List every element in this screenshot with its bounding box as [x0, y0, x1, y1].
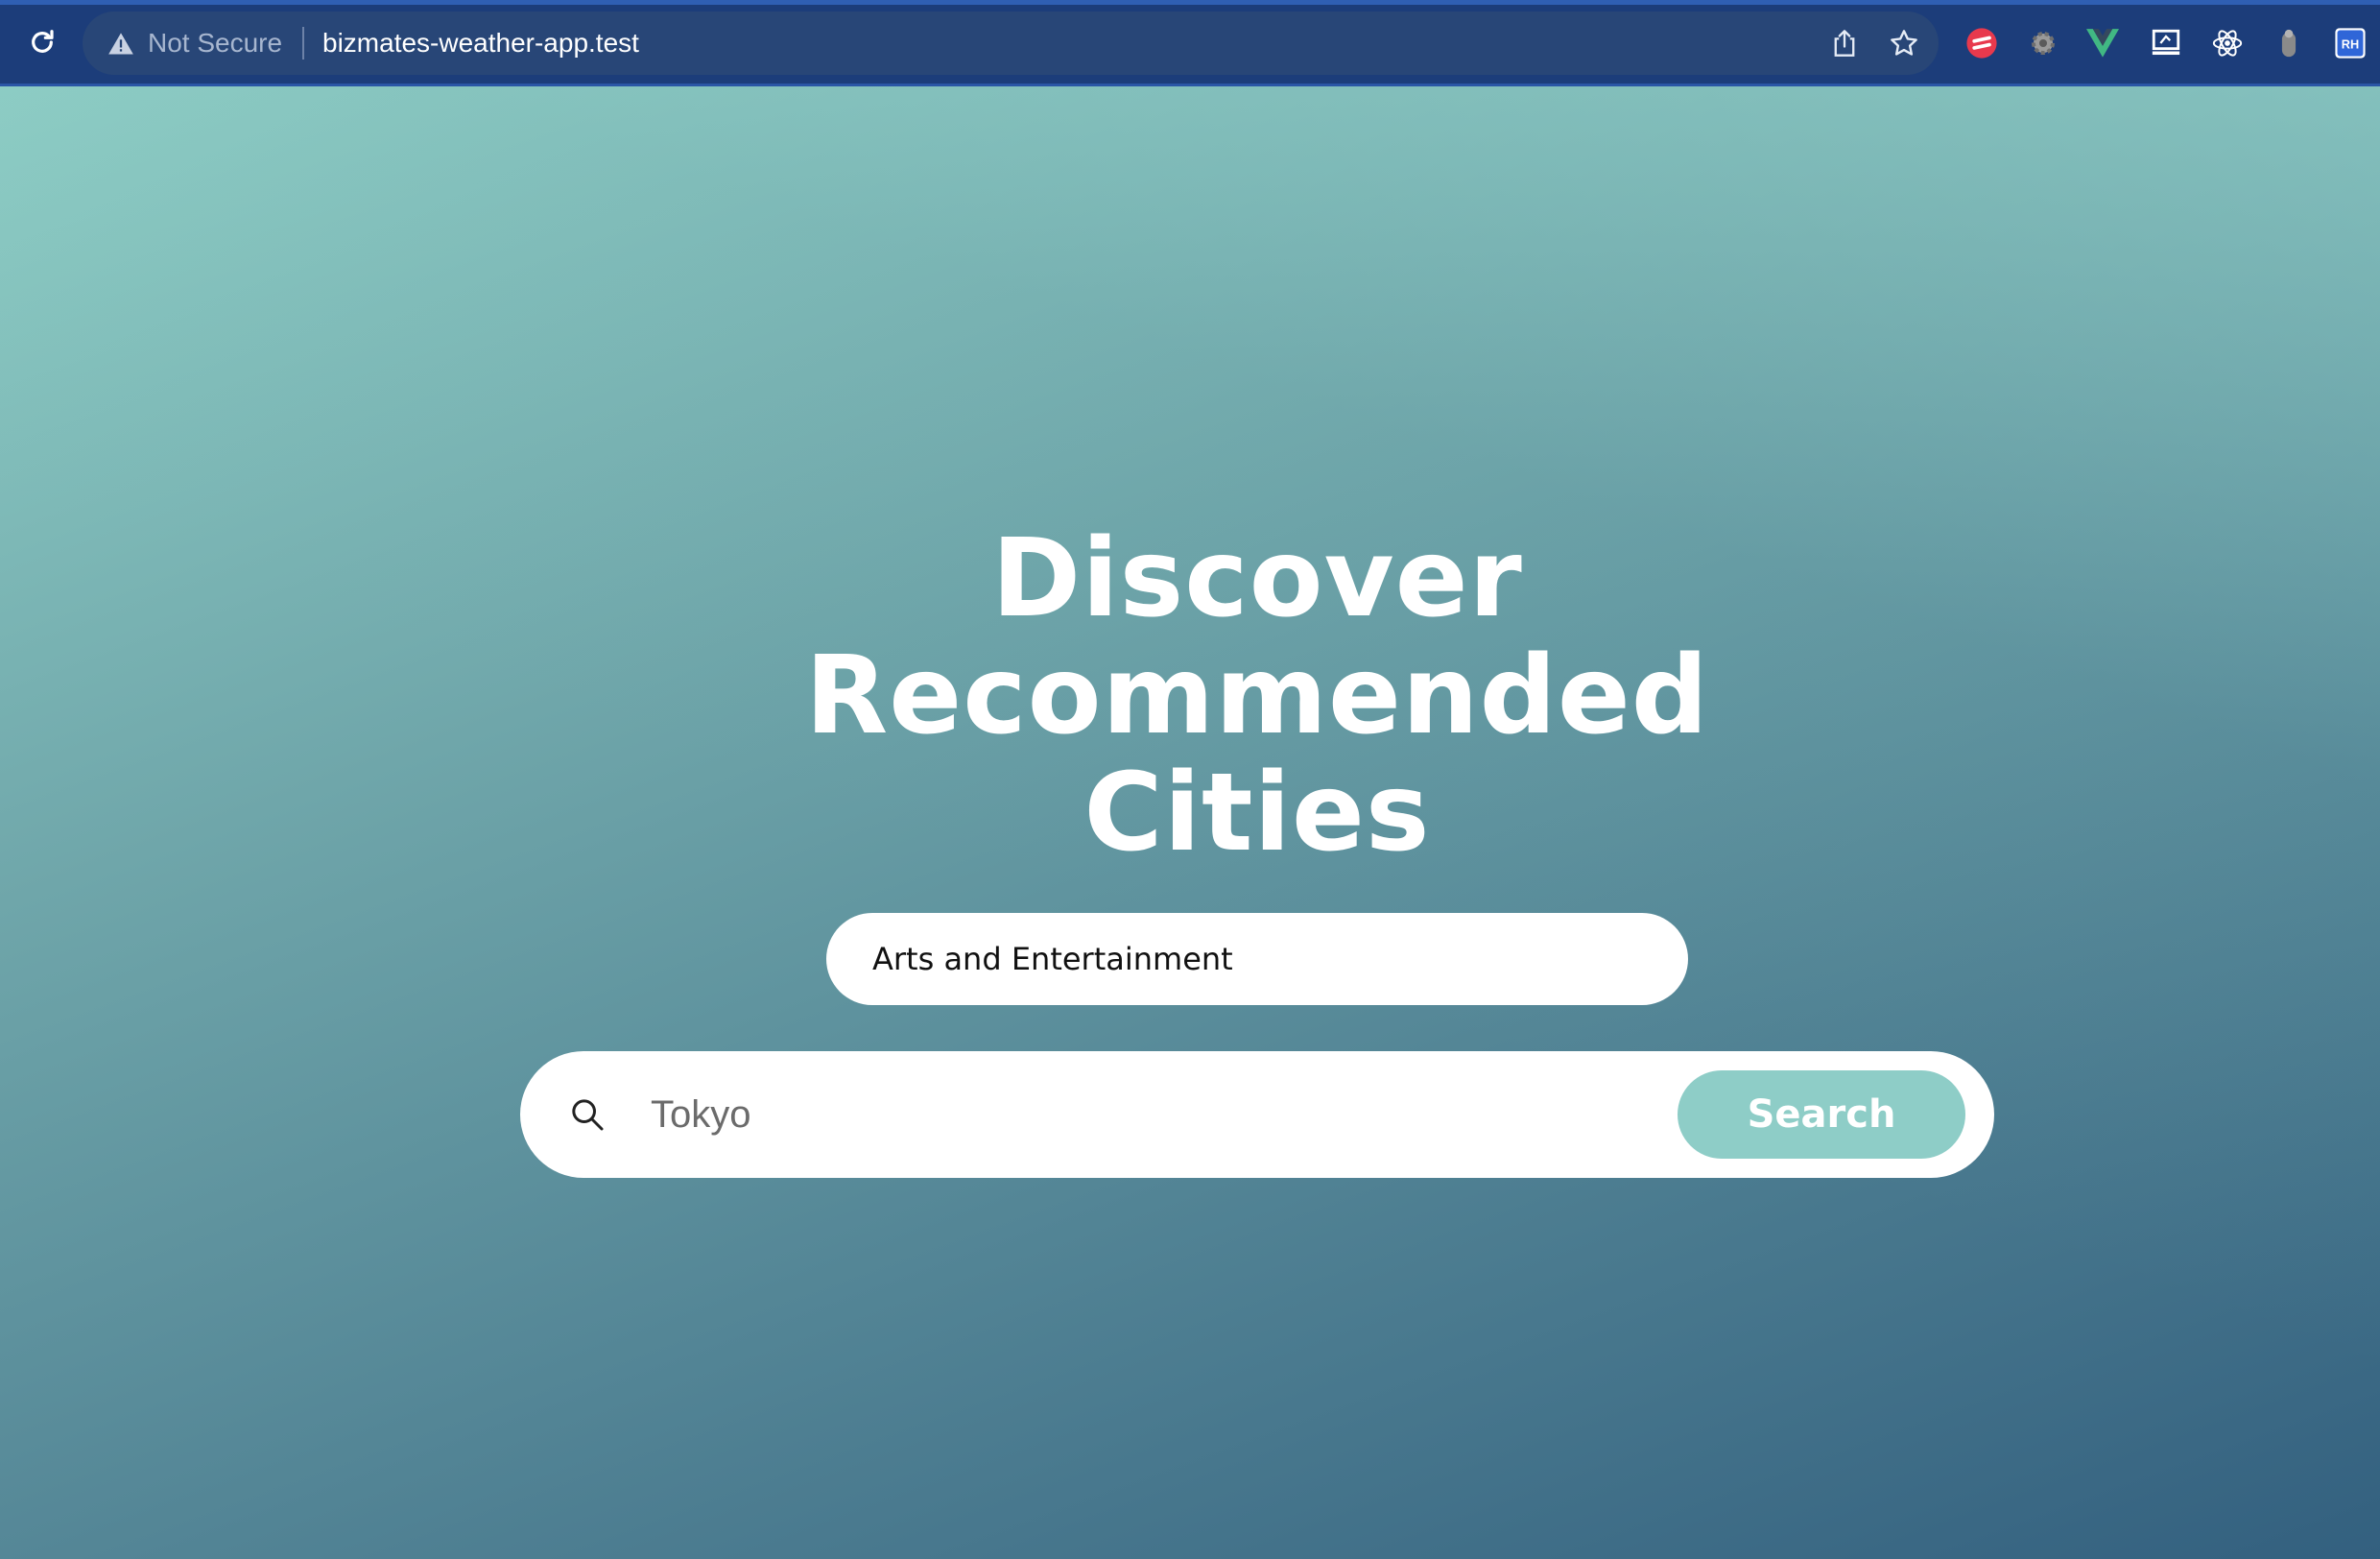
- security-status-label[interactable]: Not Secure: [148, 27, 282, 60]
- bookmark-button[interactable]: [1887, 26, 1921, 60]
- title-line-recommended: Recommended: [805, 634, 1709, 758]
- vue-devtools-button[interactable]: [2084, 25, 2121, 61]
- vue-devtools-icon: [2086, 29, 2119, 58]
- title-line-discover: Discover: [991, 516, 1523, 641]
- star-icon: [1891, 30, 1917, 56]
- screen-capture-button[interactable]: [2148, 25, 2184, 61]
- screen-capture-icon: [2152, 29, 2180, 56]
- share-button[interactable]: [1827, 26, 1862, 60]
- title-line-cities: Cities: [1083, 751, 1431, 875]
- gear-extension-button[interactable]: [2025, 25, 2061, 61]
- category-select[interactable]: Arts and Entertainment: [826, 913, 1688, 1005]
- pill-extension-button[interactable]: [2271, 25, 2307, 61]
- browser-toolbar: Not Secure bizmates-weather-app.test RH: [0, 0, 2380, 86]
- warning-icon[interactable]: [107, 31, 134, 58]
- search-button[interactable]: Search: [1678, 1070, 1965, 1159]
- page-background: Discover Recommended Cities Arts and Ent…: [0, 86, 2380, 1559]
- tab-strip-edge: [0, 0, 2380, 5]
- address-divider: [302, 27, 304, 60]
- url-text[interactable]: bizmates-weather-app.test: [322, 27, 639, 60]
- search-input[interactable]: [651, 1086, 1476, 1143]
- red-stripe-extension-button[interactable]: [1964, 25, 2000, 61]
- rh-extension-icon: RH: [2335, 28, 2366, 59]
- search-icon: [572, 1099, 604, 1131]
- react-devtools-icon: [2212, 30, 2243, 57]
- search-bar: Search: [520, 1051, 1994, 1178]
- address-bar[interactable]: Not Secure bizmates-weather-app.test: [83, 12, 1939, 75]
- gear-extension-icon: [2032, 32, 2055, 55]
- reload-icon: [32, 30, 54, 53]
- react-devtools-button[interactable]: [2209, 25, 2246, 61]
- rh-extension-button[interactable]: RH: [2332, 25, 2368, 61]
- pill-extension-icon: [2281, 29, 2297, 58]
- category-selected-value: Arts and Entertainment: [872, 941, 1233, 977]
- svg-text:RH: RH: [2342, 37, 2359, 52]
- reload-button[interactable]: [21, 21, 63, 63]
- share-icon: [1834, 30, 1855, 57]
- page-title: Discover Recommended Cities: [614, 520, 1900, 872]
- red-stripe-extension-icon: [1966, 28, 1997, 59]
